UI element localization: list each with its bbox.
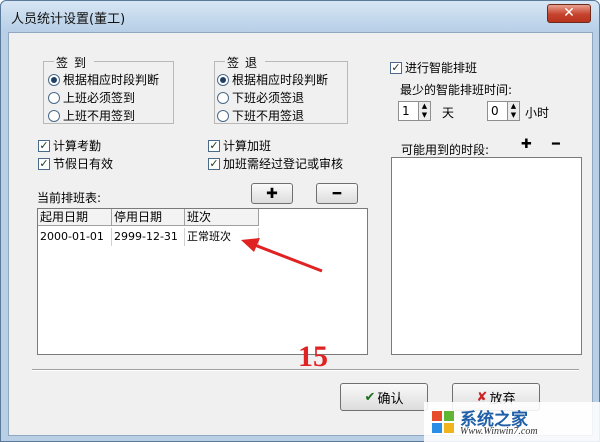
- watermark-logo: 系统之家 Www.Winwin7.com: [424, 402, 600, 442]
- annotation-number: 15: [298, 340, 328, 373]
- watermark-url: Www.Winwin7.com: [460, 426, 538, 437]
- arrow-shaft: [251, 242, 323, 273]
- annotation-arrow: [241, 238, 323, 273]
- windows-logo-icon: [432, 411, 454, 433]
